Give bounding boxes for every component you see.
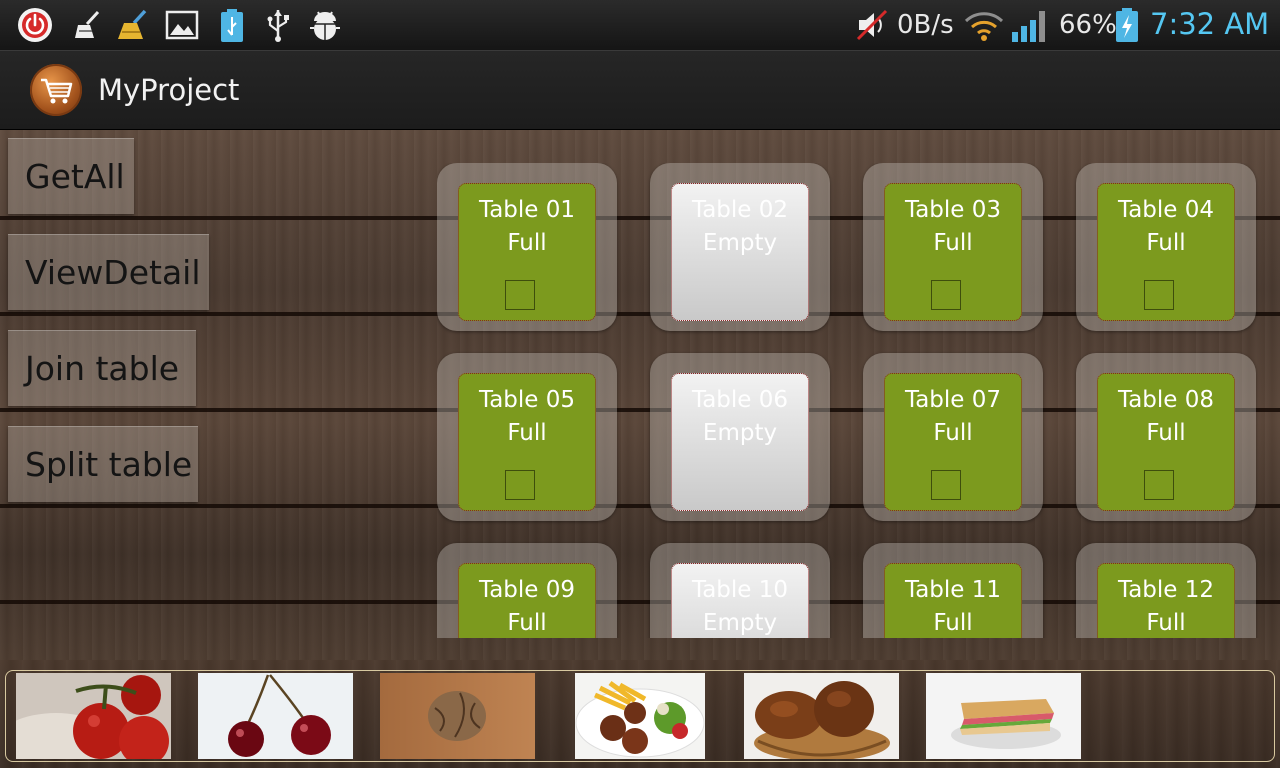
table-card[interactable]: Table 04 Full [1097,183,1235,321]
table-tile[interactable]: Table 07 Full [863,353,1043,521]
table-tile[interactable]: Table 06 Empty [650,353,830,521]
table-card[interactable]: Table 08 Full [1097,373,1235,511]
android-debug-icon[interactable] [307,7,343,43]
table-status: Full [933,610,973,636]
table-card[interactable]: Table 02 Empty [671,183,809,321]
table-status: Empty [702,230,778,256]
table-tile[interactable]: Table 09 Full [437,543,617,638]
cleaner-icon[interactable] [115,7,151,43]
table-select-checkbox[interactable] [505,280,535,310]
table-tile[interactable]: Table 10 Empty [650,543,830,638]
wifi-icon[interactable] [963,7,1005,43]
table-name: Table 09 [478,577,576,603]
bread-basket-image[interactable] [744,673,899,759]
main-content: GetAll ViewDetail Join table Split table… [0,130,1280,660]
table-status: Full [933,420,973,446]
battery-usb-icon[interactable] [214,7,250,43]
broom-icon[interactable] [70,7,106,43]
table-name: Table 11 [904,577,1002,603]
meatballs-fries-salad-image[interactable] [575,673,705,759]
table-select-checkbox[interactable] [931,280,961,310]
table-tile[interactable]: Table 11 Full [863,543,1043,638]
table-tile[interactable]: Table 02 Empty [650,163,830,331]
getall-button[interactable]: GetAll [8,138,134,214]
table-tile[interactable]: Table 05 Full [437,353,617,521]
power-icon[interactable] [17,7,53,43]
table-card[interactable]: Table 10 Empty [671,563,809,638]
table-status: Full [1146,610,1186,636]
table-tile[interactable]: Table 01 Full [437,163,617,331]
table-select-checkbox[interactable] [505,470,535,500]
food-strip [0,660,1280,768]
table-status: Full [933,230,973,256]
table-select-checkbox[interactable] [1144,280,1174,310]
table-grid: Table 01 Full Table 02 Empty Table 03 Full Tab… [437,163,1280,638]
network-speed: 0B/s [897,10,954,40]
tomatoes-image[interactable] [16,673,171,759]
table-status: Empty [702,610,778,636]
table-name: Table 01 [478,197,576,223]
table-card[interactable]: Table 01 Full [458,183,596,321]
table-status: Full [507,230,547,256]
battery-charging-icon[interactable] [1114,7,1140,43]
table-card[interactable]: Table 07 Full [884,373,1022,511]
table-card[interactable]: Table 05 Full [458,373,596,511]
join-table-button[interactable]: Join table [8,330,196,406]
table-name: Table 02 [691,197,789,223]
table-status: Full [507,420,547,446]
table-name: Table 07 [904,387,1002,413]
table-tile[interactable]: Table 04 Full [1076,163,1256,331]
clock: 7:32 AM [1150,7,1270,41]
table-name: Table 10 [691,577,789,603]
table-name: Table 08 [1117,387,1215,413]
action-bar: MyProject [0,51,1280,129]
table-select-checkbox[interactable] [931,470,961,500]
viewdetail-button[interactable]: ViewDetail [8,234,209,310]
gallery-icon[interactable] [164,7,200,43]
table-tile[interactable]: Table 12 Full [1076,543,1256,638]
table-card[interactable]: Table 06 Empty [671,373,809,511]
table-name: Table 12 [1117,577,1215,603]
table-card[interactable]: Table 03 Full [884,183,1022,321]
table-status: Full [507,610,547,636]
usb-icon[interactable] [260,7,296,43]
table-tile[interactable]: Table 03 Full [863,163,1043,331]
signal-icon[interactable] [1010,7,1050,43]
table-card[interactable]: Table 12 Full [1097,563,1235,638]
table-name: Table 04 [1117,197,1215,223]
table-status: Full [1146,420,1186,446]
table-select-checkbox[interactable] [1144,470,1174,500]
table-name: Table 06 [691,387,789,413]
split-table-button[interactable]: Split table [8,426,198,502]
status-bar: 0B/s 66% 7:32 AM [0,0,1280,51]
table-name: Table 05 [478,387,576,413]
table-tile[interactable]: Table 08 Full [1076,353,1256,521]
battery-percent: 66% [1059,10,1117,40]
table-status: Empty [702,420,778,446]
table-status: Full [1146,230,1186,256]
shopping-cart-icon [41,78,73,104]
table-card[interactable]: Table 11 Full [884,563,1022,638]
walnut-image[interactable] [380,673,535,759]
sandwich-image[interactable] [926,673,1081,759]
table-card[interactable]: Table 09 Full [458,563,596,638]
app-title: MyProject [98,73,240,107]
cherries-image[interactable] [198,673,353,759]
volume-mute-icon[interactable] [855,7,891,43]
app-logo[interactable] [30,64,82,116]
table-name: Table 03 [904,197,1002,223]
